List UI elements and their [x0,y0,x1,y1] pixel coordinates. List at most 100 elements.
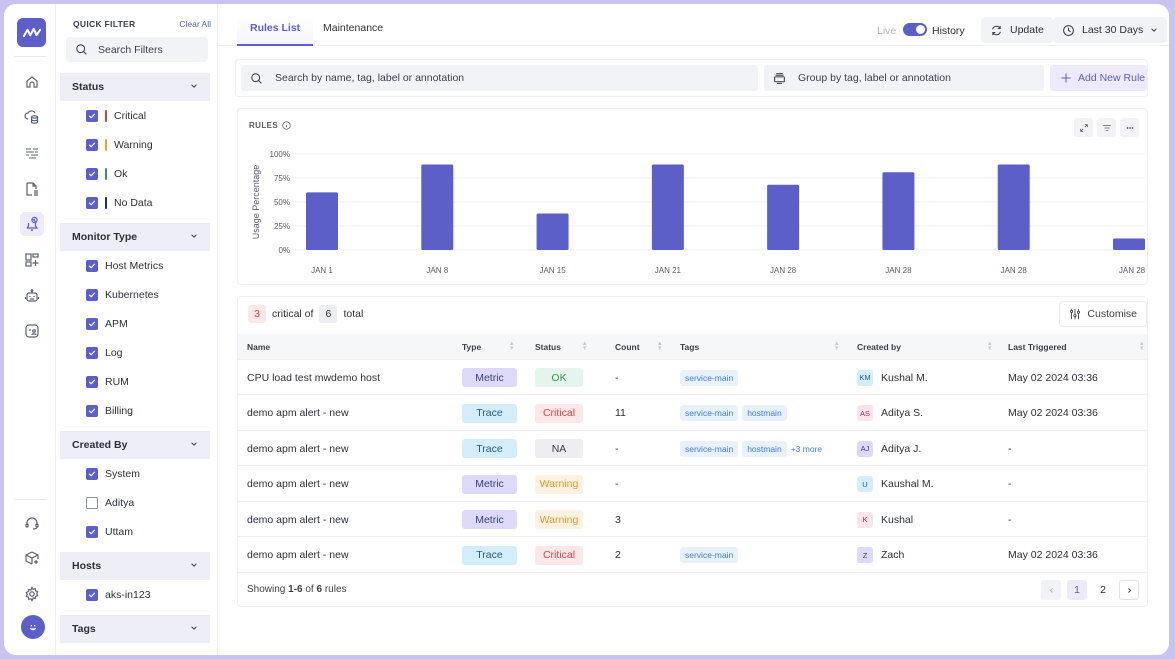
document-icon[interactable] [20,177,44,201]
column-header-last-triggered[interactable]: Last Triggered [1008,342,1067,352]
filter-option[interactable]: APM [86,316,128,332]
filter-search-input[interactable]: Search Filters [66,37,208,62]
rule-name[interactable]: demo apm alert - new [247,396,349,431]
tag-chip[interactable]: service-main [680,547,739,563]
checkbox-checked[interactable] [86,110,98,122]
tab-maintenance[interactable]: Maintenance [310,16,396,46]
tag-chip[interactable]: hostmain [742,440,787,457]
table-row[interactable]: demo apm alert - new Trace Critical 2 servic… [238,538,1147,573]
rules-search-input[interactable]: Search by name, tag, label or annotation [241,65,758,91]
tag-chip[interactable]: hostmain [742,405,787,421]
logs-icon[interactable] [20,141,44,165]
page-2-button[interactable]: 2 [1093,580,1113,600]
filter-option[interactable]: System [86,466,140,482]
table-header: Name Type ▴ ▾ Status ▴ ▾ Count ▴ ▾ Tags ▴ ▾ Created b… [238,334,1147,360]
user-avatar[interactable] [21,615,45,639]
table-row[interactable]: demo apm alert - new Metric Warning 3 K Kusha… [238,502,1147,537]
checkbox-checked[interactable] [86,405,98,417]
group-by-input[interactable]: Group by tag, label or annotation [764,65,1044,91]
headset-icon[interactable] [20,511,44,535]
filter-option[interactable]: RUM [86,374,129,390]
sort-icon[interactable]: ▴ ▾ [988,340,992,352]
tag-chip[interactable]: service-main [680,405,739,421]
home-icon[interactable] [20,70,44,94]
filter-option[interactable]: aks-in123 [86,587,151,603]
created-by-name: Zach [881,549,905,561]
column-header-created-by[interactable]: Created by [857,342,901,352]
add-new-rule-button[interactable]: Add New Rule [1050,65,1147,91]
rule-name[interactable]: demo apm alert - new [247,431,349,466]
checkbox-checked[interactable] [86,318,98,330]
filter-section-monitor-type[interactable]: Monitor Type [60,223,210,251]
filter-option[interactable]: Billing [86,403,133,419]
sort-icon[interactable]: ▴ ▾ [658,340,662,352]
robot-icon[interactable] [20,284,44,308]
more-tags-link[interactable]: +3 more [791,444,822,454]
cloud-database-icon[interactable] [20,105,44,129]
checkbox-checked[interactable] [86,289,98,301]
column-header-type[interactable]: Type [462,342,481,352]
user-screen-icon[interactable] [20,319,44,343]
app-logo[interactable] [17,18,46,47]
checkbox-unchecked[interactable] [86,497,98,509]
checkbox-checked[interactable] [86,526,98,538]
column-header-name[interactable]: Name [247,342,270,352]
filter-option[interactable]: Aditya [86,495,134,511]
rule-name[interactable]: CPU load test mwdemo host [247,360,380,395]
filter-section-status[interactable]: Status [60,73,210,101]
table-row[interactable]: demo apm alert - new Trace NA - service-main… [238,431,1147,466]
column-header-status[interactable]: Status [535,342,561,352]
checkbox-checked[interactable] [86,376,98,388]
filter-option[interactable]: Log [86,345,123,361]
rule-name[interactable]: demo apm alert - new [247,502,349,537]
checkbox-checked[interactable] [86,347,98,359]
clear-all-link[interactable]: Clear All [179,19,211,29]
tag-chip[interactable]: service-main [680,369,739,386]
tag-chip[interactable]: service-main [680,440,739,457]
filter-option[interactable]: Critical [86,108,146,124]
filter-option[interactable]: Kubernetes [86,287,159,303]
rules-search-placeholder: Search by name, tag, label or annotation [275,72,465,84]
table-row[interactable]: demo apm alert - new Metric Warning - U Kaush… [238,467,1147,502]
next-page-button[interactable] [1119,580,1139,600]
filter-option[interactable]: Uttam [86,524,133,540]
package-add-icon[interactable] [20,546,44,570]
sort-icon[interactable]: ▴ ▾ [1140,340,1144,352]
rule-name[interactable]: demo apm alert - new [247,538,349,573]
checkbox-checked[interactable] [86,168,98,180]
time-range-dropdown[interactable]: Last 30 Days [1053,17,1168,43]
update-button[interactable]: Update [981,17,1053,43]
filter-option-label: Warning [114,139,153,151]
table-row[interactable]: demo apm alert - new Trace Critical 11 servi… [238,396,1147,431]
checkbox-checked[interactable] [86,139,98,151]
prev-page-button[interactable] [1041,580,1061,600]
filter-section-hosts[interactable]: Hosts [60,552,210,580]
live-history-toggle[interactable] [903,23,927,36]
tab-rules-list[interactable]: Rules List [237,16,314,46]
dashboard-add-icon[interactable] [20,248,44,272]
filter-option[interactable]: No Data [86,195,153,211]
sort-icon[interactable]: ▴ ▾ [583,340,587,352]
table-row[interactable]: CPU load test mwdemo host Metric OK - servic… [238,360,1147,395]
filter-option[interactable]: Ok [86,166,127,182]
sort-icon[interactable]: ▴ ▾ [835,340,839,352]
sort-icon[interactable]: ▴ ▾ [510,340,514,352]
checkbox-checked[interactable] [86,468,98,480]
customise-button[interactable]: Customise [1059,301,1147,327]
icon-rail [4,4,56,655]
checkbox-checked[interactable] [86,589,98,601]
column-header-count[interactable]: Count [615,342,640,352]
filter-option[interactable]: Host Metrics [86,258,163,274]
footer-prefix: Showing [247,584,289,595]
alert-bell-icon[interactable] [20,212,44,236]
live-label: Live [877,25,897,37]
checkbox-checked[interactable] [86,197,98,209]
column-header-tags[interactable]: Tags [680,342,699,352]
rule-name[interactable]: demo apm alert - new [247,467,349,502]
filter-section-tags[interactable]: Tags [60,615,210,643]
page-1-button[interactable]: 1 [1067,580,1087,600]
checkbox-checked[interactable] [86,260,98,272]
filter-option[interactable]: Warning [86,137,153,153]
settings-icon[interactable] [20,582,44,606]
filter-section-created-by[interactable]: Created By [60,431,210,459]
